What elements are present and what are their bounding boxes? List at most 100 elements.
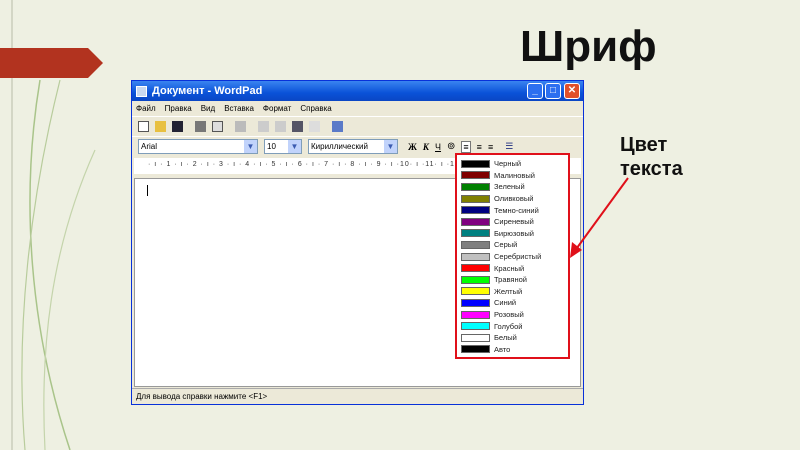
menu-insert[interactable]: Вставка bbox=[224, 104, 254, 113]
color-option[interactable]: Черный bbox=[459, 158, 566, 170]
maximize-button[interactable]: □ bbox=[545, 83, 561, 99]
chevron-down-icon: ▼ bbox=[244, 140, 257, 153]
menu-edit[interactable]: Правка bbox=[165, 104, 192, 113]
undo-icon[interactable] bbox=[309, 121, 320, 132]
chevron-down-icon: ▼ bbox=[288, 140, 301, 153]
menu-bar: Файл Правка Вид Вставка Формат Справка bbox=[132, 101, 583, 116]
color-option[interactable]: Серый bbox=[459, 239, 566, 251]
color-option[interactable]: Сиреневый bbox=[459, 216, 566, 228]
color-label: Малиновый bbox=[494, 170, 535, 180]
color-label: Сиреневый bbox=[494, 217, 534, 227]
color-label: Темно-синий bbox=[494, 205, 539, 215]
print-preview-icon[interactable] bbox=[212, 121, 223, 132]
color-label: Авто bbox=[494, 344, 511, 354]
slide-title: Шриф bbox=[520, 22, 657, 71]
print-icon[interactable] bbox=[195, 121, 206, 132]
color-option[interactable]: Малиновый bbox=[459, 170, 566, 182]
color-label: Черный bbox=[494, 159, 522, 169]
color-swatch bbox=[461, 345, 490, 354]
bold-button[interactable]: Ж bbox=[408, 142, 417, 152]
color-option[interactable]: Темно-синий bbox=[459, 204, 566, 216]
insert-datetime-icon[interactable] bbox=[332, 121, 343, 132]
chevron-down-icon: ▼ bbox=[384, 140, 397, 153]
paste-icon[interactable] bbox=[292, 121, 303, 132]
color-option[interactable]: Зеленый bbox=[459, 181, 566, 193]
color-label: Белый bbox=[494, 333, 517, 343]
color-swatch bbox=[461, 229, 490, 238]
color-swatch bbox=[461, 240, 490, 249]
color-swatch bbox=[461, 194, 490, 203]
color-label: Розовый bbox=[494, 310, 524, 320]
align-right-icon[interactable]: ≡ bbox=[488, 142, 493, 152]
pointer-arrow bbox=[570, 177, 629, 258]
color-label: Серебристый bbox=[494, 252, 542, 262]
font-size-select[interactable]: 10 ▼ bbox=[264, 139, 302, 154]
window-title: Документ - WordPad bbox=[152, 85, 263, 97]
script-value: Кириллический bbox=[311, 142, 368, 151]
menu-view[interactable]: Вид bbox=[201, 104, 215, 113]
text-color-menu: Черный Малиновый Зеленый Оливковый Темно-син… bbox=[455, 153, 570, 359]
arrow-banner bbox=[0, 48, 103, 78]
color-swatch bbox=[461, 333, 490, 342]
wordpad-icon bbox=[136, 85, 147, 97]
status-bar: Для вывода справки нажмите <F1> bbox=[132, 388, 583, 404]
color-label: Травяной bbox=[494, 275, 527, 285]
bullets-icon[interactable]: ☰ bbox=[505, 141, 513, 152]
find-icon[interactable] bbox=[235, 121, 246, 132]
color-label: Оливковый bbox=[494, 194, 534, 204]
color-option[interactable]: Розовый bbox=[459, 309, 566, 321]
menu-format[interactable]: Формат bbox=[263, 104, 291, 113]
standard-toolbar bbox=[132, 116, 583, 136]
color-swatch bbox=[461, 252, 490, 261]
copy-icon[interactable] bbox=[275, 121, 286, 132]
color-label: Зеленый bbox=[494, 182, 525, 192]
color-swatch bbox=[461, 298, 490, 307]
text-caret bbox=[147, 185, 148, 196]
cut-icon[interactable] bbox=[258, 121, 269, 132]
color-swatch bbox=[461, 264, 490, 273]
color-label: Синий bbox=[494, 298, 517, 308]
color-option[interactable]: Травяной bbox=[459, 274, 566, 286]
color-label: Желтый bbox=[494, 286, 523, 296]
font-select[interactable]: Arial ▼ bbox=[138, 139, 258, 154]
script-select[interactable]: Кириллический ▼ bbox=[308, 139, 398, 154]
color-swatch bbox=[461, 310, 490, 319]
color-label: Голубой bbox=[494, 321, 523, 331]
color-swatch bbox=[461, 171, 490, 180]
new-icon[interactable] bbox=[138, 121, 149, 132]
color-option[interactable]: Синий bbox=[459, 297, 566, 309]
menu-help[interactable]: Справка bbox=[300, 104, 331, 113]
color-swatch bbox=[461, 275, 490, 284]
font-size-value: 10 bbox=[267, 142, 276, 151]
align-center-icon[interactable]: ≡ bbox=[477, 142, 482, 152]
font-value: Arial bbox=[141, 142, 158, 151]
color-swatch bbox=[461, 182, 490, 191]
title-bar[interactable]: Документ - WordPad _ □ ✕ bbox=[132, 81, 583, 101]
color-option[interactable]: Оливковый bbox=[459, 193, 566, 205]
caption-line: Цвет bbox=[620, 134, 668, 156]
color-option[interactable]: Белый bbox=[459, 332, 566, 344]
color-option[interactable]: Желтый bbox=[459, 286, 566, 298]
color-label: Серый bbox=[494, 240, 518, 250]
color-option[interactable]: Бирюзовый bbox=[459, 228, 566, 240]
color-label: Красный bbox=[494, 263, 525, 273]
color-option[interactable]: Красный bbox=[459, 262, 566, 274]
underline-button[interactable]: Ч bbox=[435, 142, 441, 152]
color-option[interactable]: Голубой bbox=[459, 320, 566, 332]
close-button[interactable]: ✕ bbox=[564, 83, 580, 99]
save-icon[interactable] bbox=[172, 121, 183, 132]
open-icon[interactable] bbox=[155, 121, 166, 132]
minimize-button[interactable]: _ bbox=[527, 83, 543, 99]
color-swatch bbox=[461, 206, 490, 215]
color-label: Бирюзовый bbox=[494, 228, 534, 238]
color-option[interactable]: Авто bbox=[459, 344, 566, 356]
color-swatch bbox=[461, 159, 490, 168]
text-color-icon[interactable]: ⊚ bbox=[447, 141, 455, 152]
slide-decoration bbox=[0, 0, 103, 450]
align-left-icon[interactable]: ≡ bbox=[461, 140, 471, 153]
color-option[interactable]: Серебристый bbox=[459, 251, 566, 263]
menu-file[interactable]: Файл bbox=[136, 104, 156, 113]
color-swatch bbox=[461, 322, 490, 331]
color-swatch bbox=[461, 287, 490, 296]
italic-button[interactable]: К bbox=[423, 142, 429, 152]
